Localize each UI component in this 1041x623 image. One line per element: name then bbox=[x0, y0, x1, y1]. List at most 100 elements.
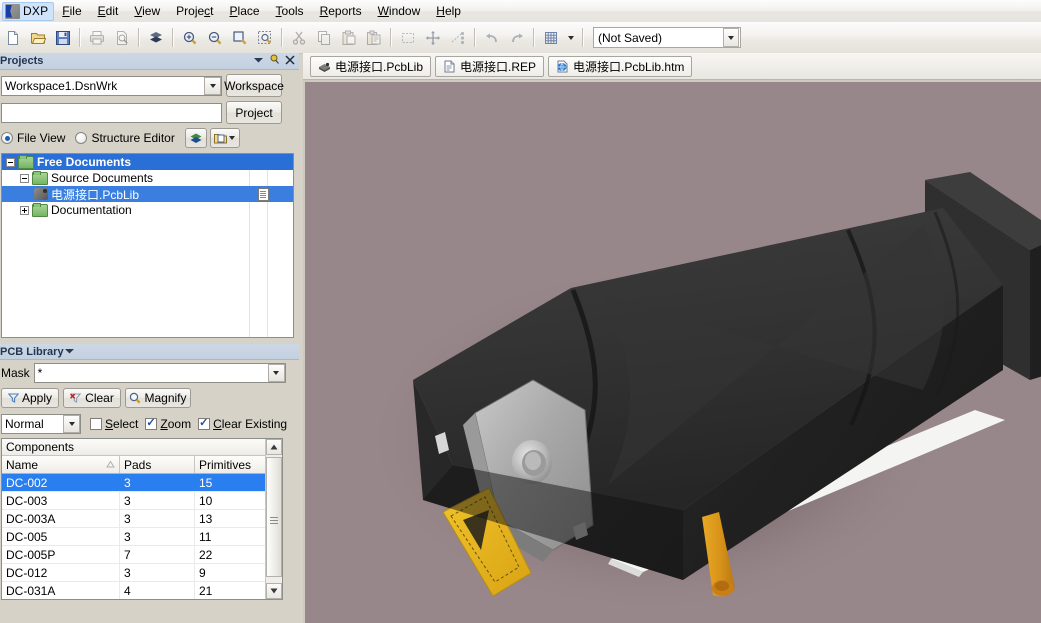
magnify-button[interactable]: Magnify bbox=[125, 388, 191, 408]
table-row[interactable]: DC-003A 3 13 bbox=[2, 510, 267, 528]
saved-state-combo[interactable]: (Not Saved) bbox=[593, 27, 741, 48]
zoom-document-icon[interactable] bbox=[228, 26, 251, 49]
mask-input[interactable]: * bbox=[33, 363, 286, 383]
mask-dropdown-arrow[interactable] bbox=[267, 364, 285, 382]
cell-name: DC-031A bbox=[2, 582, 120, 599]
tree-node-documentation[interactable]: Documentation bbox=[2, 202, 293, 218]
table-row[interactable]: DC-002 3 15 bbox=[2, 474, 267, 492]
panel-open-button[interactable] bbox=[209, 128, 240, 148]
table-row[interactable]: DC-003 3 10 bbox=[2, 492, 267, 510]
filter-options-row: Normal Select Zoom Clear Existing bbox=[1, 414, 294, 434]
menu-item-project[interactable]: Project bbox=[168, 2, 221, 20]
scroll-down-arrow-icon[interactable] bbox=[266, 583, 282, 599]
scroll-up-arrow-icon[interactable] bbox=[266, 439, 282, 455]
tree-node-pcblib[interactable]: 电源接口.PcbLib bbox=[2, 186, 293, 202]
menu-item-place[interactable]: Place bbox=[222, 2, 268, 20]
menu-item-view[interactable]: View bbox=[126, 2, 168, 20]
components-list[interactable]: Components Name Pads Primitives DC-002 3… bbox=[1, 438, 283, 600]
structure-editor-radio[interactable] bbox=[75, 132, 88, 144]
project-button[interactable]: Project bbox=[226, 101, 282, 124]
scrollbar-grip bbox=[270, 516, 278, 518]
menu-item-reports[interactable]: Reports bbox=[312, 2, 370, 20]
tree-expander-plus-icon[interactable] bbox=[20, 205, 29, 215]
tree-node-source-documents[interactable]: Source Documents bbox=[2, 170, 293, 186]
toolbar-separator bbox=[79, 28, 80, 47]
mode-combo[interactable]: Normal bbox=[1, 414, 81, 434]
column-header-pads[interactable]: Pads bbox=[120, 456, 195, 473]
paste-special-icon[interactable] bbox=[362, 26, 385, 49]
menu-bar: DXP FFileile Edit View Project Place Too… bbox=[0, 0, 1041, 23]
print-preview-icon[interactable] bbox=[110, 26, 133, 49]
tree-node-free-documents[interactable]: Free Documents bbox=[2, 154, 293, 170]
menu-item-tools[interactable]: Tools bbox=[268, 2, 312, 20]
menu-item-window[interactable]: Window bbox=[370, 2, 429, 20]
workspace-dropdown-arrow[interactable] bbox=[204, 76, 221, 95]
menu-item-file[interactable]: FFileile bbox=[54, 2, 89, 20]
cell-name: DC-005 bbox=[2, 528, 120, 545]
panel-options-button[interactable] bbox=[184, 128, 207, 148]
tab-label: 电源接口.PcbLib bbox=[335, 59, 424, 74]
cell-pads: 3 bbox=[120, 492, 195, 509]
board-layers-icon[interactable] bbox=[144, 26, 167, 49]
html-tab-icon bbox=[557, 60, 568, 72]
table-row[interactable]: DC-005P 7 22 bbox=[2, 546, 267, 564]
save-icon[interactable] bbox=[51, 26, 74, 49]
panel-menu-chevron-down-icon[interactable] bbox=[253, 56, 264, 64]
table-row[interactable]: DC-012 3 9 bbox=[2, 564, 267, 582]
zoom-in-icon[interactable] bbox=[178, 26, 201, 49]
clear-existing-checkbox[interactable] bbox=[198, 416, 211, 430]
workspace-button[interactable]: Workspace bbox=[224, 74, 284, 97]
deselect-icon[interactable] bbox=[446, 26, 469, 49]
clear-button[interactable]: Clear bbox=[63, 388, 121, 408]
copy-icon[interactable] bbox=[312, 26, 335, 49]
new-document-icon[interactable] bbox=[1, 26, 24, 49]
column-header-name-label: Name bbox=[6, 457, 39, 472]
table-row[interactable]: DC-005 3 11 bbox=[2, 528, 267, 546]
undo-icon[interactable] bbox=[480, 26, 503, 49]
column-header-name[interactable]: Name bbox=[2, 456, 120, 473]
redo-icon[interactable] bbox=[505, 26, 528, 49]
tab-html[interactable]: 电源接口.PcbLib.htm bbox=[548, 55, 693, 77]
table-row[interactable]: DC-031A 4 21 bbox=[2, 582, 267, 599]
grid-icon[interactable] bbox=[539, 26, 562, 49]
pcb-3d-viewport[interactable] bbox=[303, 80, 1041, 623]
projects-panel-label: Projects bbox=[0, 55, 44, 67]
print-icon[interactable] bbox=[85, 26, 108, 49]
workspace-combo[interactable]: Workspace1.DsnWrk bbox=[1, 75, 222, 96]
dxp-button[interactable]: DXP bbox=[2, 1, 55, 21]
scrollbar-thumb[interactable] bbox=[266, 457, 282, 577]
tree-node-label: Source Documents bbox=[51, 171, 154, 185]
select-area-icon[interactable] bbox=[396, 26, 419, 49]
menu-item-edit[interactable]: Edit bbox=[90, 2, 127, 20]
components-scrollbar[interactable] bbox=[265, 439, 282, 599]
menu-item-help[interactable]: Help bbox=[428, 2, 469, 20]
panel-pin-icon[interactable] bbox=[269, 54, 280, 65]
file-view-radio[interactable] bbox=[1, 132, 13, 144]
tree-expander-minus-icon[interactable] bbox=[6, 157, 15, 167]
grid-dropdown-arrow[interactable] bbox=[564, 26, 577, 49]
panel-close-icon[interactable] bbox=[285, 54, 295, 65]
zoom-out-icon[interactable] bbox=[203, 26, 226, 49]
move-icon[interactable] bbox=[421, 26, 444, 49]
tab-label: 电源接口.REP bbox=[460, 59, 537, 74]
saved-state-dropdown-arrow[interactable] bbox=[723, 28, 739, 47]
zoom-checkbox[interactable] bbox=[145, 416, 158, 430]
apply-button[interactable]: Apply bbox=[1, 388, 59, 408]
tree-expander-minus-icon[interactable] bbox=[20, 173, 29, 183]
column-header-primitives[interactable]: Primitives bbox=[195, 456, 267, 473]
zoom-area-icon[interactable] bbox=[253, 26, 276, 49]
select-checkbox[interactable] bbox=[90, 418, 102, 430]
project-field[interactable] bbox=[1, 102, 222, 123]
open-document-icon[interactable] bbox=[26, 26, 49, 49]
cell-pads: 3 bbox=[120, 474, 195, 491]
cut-icon[interactable] bbox=[287, 26, 310, 49]
project-tree[interactable]: Free Documents Source Documents 电源接口.Pcb… bbox=[1, 153, 294, 338]
pcblib-icon bbox=[34, 188, 48, 200]
mode-dropdown-arrow[interactable] bbox=[63, 415, 80, 433]
cell-name: DC-002 bbox=[2, 474, 120, 491]
pcb-library-menu-chevron-down-icon[interactable] bbox=[64, 347, 75, 355]
tab-report[interactable]: 电源接口.REP bbox=[435, 55, 545, 77]
project-row: Project bbox=[1, 101, 294, 124]
paste-icon[interactable] bbox=[337, 26, 360, 49]
tab-pcblib[interactable]: 电源接口.PcbLib bbox=[310, 55, 432, 77]
